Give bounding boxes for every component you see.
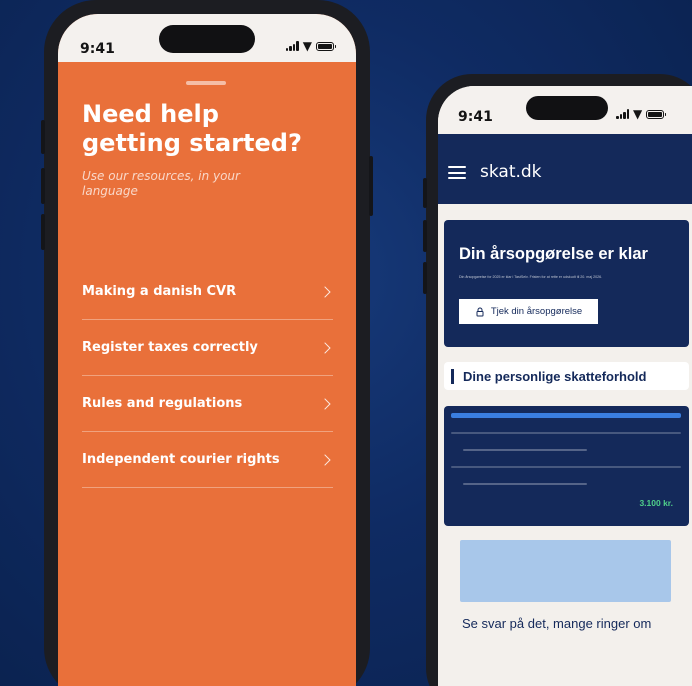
summary-placeholder-line — [463, 483, 587, 485]
status-time: 9:41 — [80, 41, 115, 57]
menu-item-label: Rules and regulations — [82, 396, 243, 411]
summary-progress-bar — [451, 413, 681, 418]
check-statement-label: Tjek din årsopgørelse — [490, 306, 583, 317]
faq-image — [460, 540, 671, 602]
annual-statement-card: Din årsopgørelse er klar Din årsopgørels… — [444, 220, 689, 347]
chevron-right-icon — [319, 453, 331, 466]
sheet-drag-handle[interactable] — [186, 81, 226, 85]
lock-icon — [476, 307, 484, 316]
volume-up-button — [41, 168, 45, 204]
menu-item-courier-rights[interactable]: Independent courier rights — [82, 432, 333, 488]
dynamic-island — [526, 96, 608, 120]
status-bar: 9:41 ▼ — [438, 86, 692, 134]
wifi-icon: ▼ — [633, 107, 643, 121]
power-button — [369, 156, 373, 216]
status-bar: 9:41 ▼ — [58, 14, 356, 62]
summary-divider — [451, 432, 681, 434]
section-accent-bar — [451, 368, 454, 384]
summary-amount: 3.100 kr. — [639, 498, 673, 508]
tax-summary-card[interactable]: 3.100 kr. — [444, 406, 689, 526]
menu-item-label: Making a danish CVR — [82, 284, 237, 299]
check-statement-button[interactable]: Tjek din årsopgørelse — [459, 299, 598, 324]
battery-icon — [646, 109, 667, 119]
page-title: Need help getting started? — [82, 100, 302, 157]
page-subtitle: Use our resources, in your language — [82, 169, 240, 198]
dynamic-island — [159, 25, 255, 53]
section-heading: Dine personlige skatteforhold — [444, 362, 689, 390]
faq-heading[interactable]: Se svar på det, mange ringer om — [462, 616, 651, 631]
menu-item-danish-cvr[interactable]: Making a danish CVR — [82, 264, 333, 320]
hero-text: Din årsopgørelse for 2025 er klar i Tast… — [459, 275, 603, 279]
app-header: skat.dk — [438, 134, 692, 204]
left-phone-screen: 9:41 ▼ Need help getting started? Use ou… — [58, 14, 356, 686]
action-button — [423, 178, 427, 208]
menu-item-label: Register taxes correctly — [82, 340, 258, 355]
menu-item-rules-regulations[interactable]: Rules and regulations — [82, 376, 333, 432]
chevron-right-icon — [319, 285, 331, 298]
hamburger-icon[interactable] — [448, 166, 466, 179]
section-heading-label: Dine personlige skatteforhold — [463, 368, 647, 384]
skat-logo[interactable]: skat.dk — [480, 162, 542, 182]
chevron-right-icon — [319, 341, 331, 354]
menu-item-label: Independent courier rights — [82, 452, 280, 467]
resource-menu: Making a danish CVR Register taxes corre… — [82, 264, 333, 488]
hero-title: Din årsopgørelse er klar — [459, 245, 648, 263]
chevron-right-icon — [319, 397, 331, 410]
status-icons: ▼ — [616, 107, 667, 121]
status-icons: ▼ — [285, 39, 336, 53]
summary-divider — [451, 466, 681, 468]
signal-icon — [616, 109, 629, 119]
volume-down-button — [41, 214, 45, 250]
volume-up-button — [423, 220, 427, 252]
signal-icon — [285, 41, 299, 51]
right-phone-frame: 9:41 ▼ skat.dk Din årsopgørelse er klar … — [423, 74, 692, 686]
status-time: 9:41 — [458, 109, 493, 125]
wifi-icon: ▼ — [302, 39, 312, 53]
battery-icon — [316, 41, 336, 51]
left-phone-frame: 9:41 ▼ Need help getting started? Use ou… — [41, 0, 373, 686]
menu-item-register-taxes[interactable]: Register taxes correctly — [82, 320, 333, 376]
right-phone-screen: 9:41 ▼ skat.dk Din årsopgørelse er klar … — [438, 86, 692, 686]
volume-down-button — [423, 262, 427, 294]
action-button — [41, 120, 45, 154]
summary-placeholder-line — [463, 449, 587, 451]
